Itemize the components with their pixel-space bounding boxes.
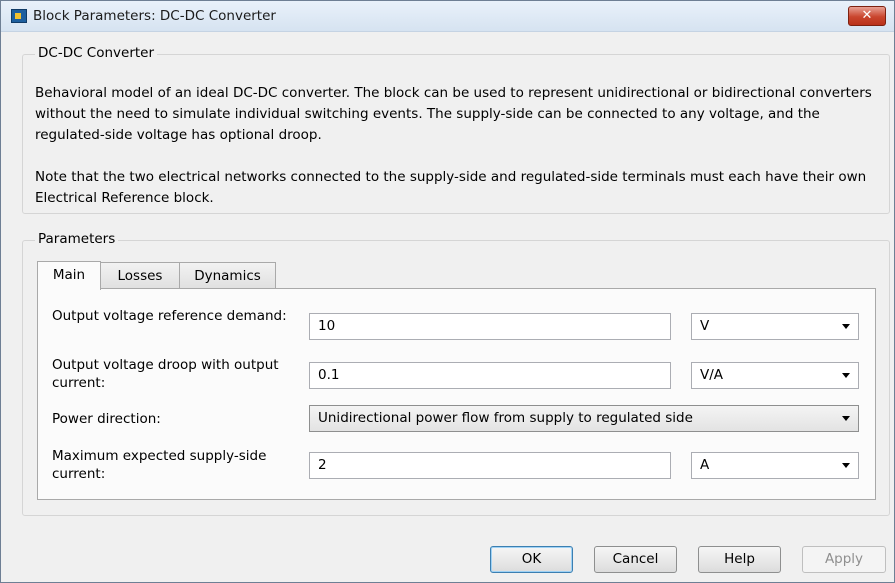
- close-button[interactable]: ✕: [848, 6, 886, 26]
- dialog-window: Block Parameters: DC-DC Converter ✕ DC-D…: [0, 0, 895, 583]
- tab-dynamics[interactable]: Dynamics: [179, 262, 276, 289]
- max-supply-current-input[interactable]: 2: [309, 452, 671, 479]
- max-supply-current-unit-select[interactable]: A: [691, 452, 859, 479]
- tab-main[interactable]: Main: [37, 261, 101, 290]
- tab-losses[interactable]: Losses: [100, 262, 180, 289]
- simulink-block-icon: [11, 9, 27, 23]
- block-note: Note that the two electrical networks co…: [35, 169, 867, 206]
- chevron-down-icon: [842, 373, 850, 378]
- block-description: Behavioral model of an ideal DC-DC conve…: [35, 85, 872, 143]
- output-voltage-droop-unit: V/A: [700, 367, 724, 383]
- output-voltage-droop-label: Output voltage droop with output current…: [52, 357, 279, 391]
- power-direction-label: Power direction:: [52, 411, 161, 427]
- block-name-label: DC-DC Converter: [35, 45, 158, 61]
- ok-button[interactable]: OK: [490, 546, 573, 573]
- power-direction-select[interactable]: Unidirectional power flow from supply to…: [309, 405, 859, 432]
- window-title: Block Parameters: DC-DC Converter: [33, 8, 276, 24]
- power-direction-value: Unidirectional power flow from supply to…: [318, 410, 693, 426]
- chevron-down-icon: [842, 324, 850, 329]
- output-voltage-droop-input[interactable]: 0.1: [309, 362, 671, 389]
- title-bar[interactable]: Block Parameters: DC-DC Converter ✕: [1, 1, 894, 32]
- output-voltage-reference-input[interactable]: 10: [309, 313, 671, 340]
- output-voltage-reference-unit: V: [700, 318, 710, 334]
- cancel-button[interactable]: Cancel: [594, 546, 677, 573]
- help-button[interactable]: Help: [698, 546, 781, 573]
- chevron-down-icon: [842, 416, 850, 421]
- output-voltage-reference-unit-select[interactable]: V: [691, 313, 859, 340]
- output-voltage-reference-label: Output voltage reference demand:: [52, 308, 287, 324]
- max-supply-current-label: Maximum expected supply-side current:: [52, 448, 267, 482]
- max-supply-current-unit: A: [700, 457, 710, 473]
- parameters-group-label: Parameters: [35, 231, 119, 247]
- apply-button[interactable]: Apply: [802, 546, 886, 573]
- chevron-down-icon: [842, 463, 850, 468]
- output-voltage-droop-unit-select[interactable]: V/A: [691, 362, 859, 389]
